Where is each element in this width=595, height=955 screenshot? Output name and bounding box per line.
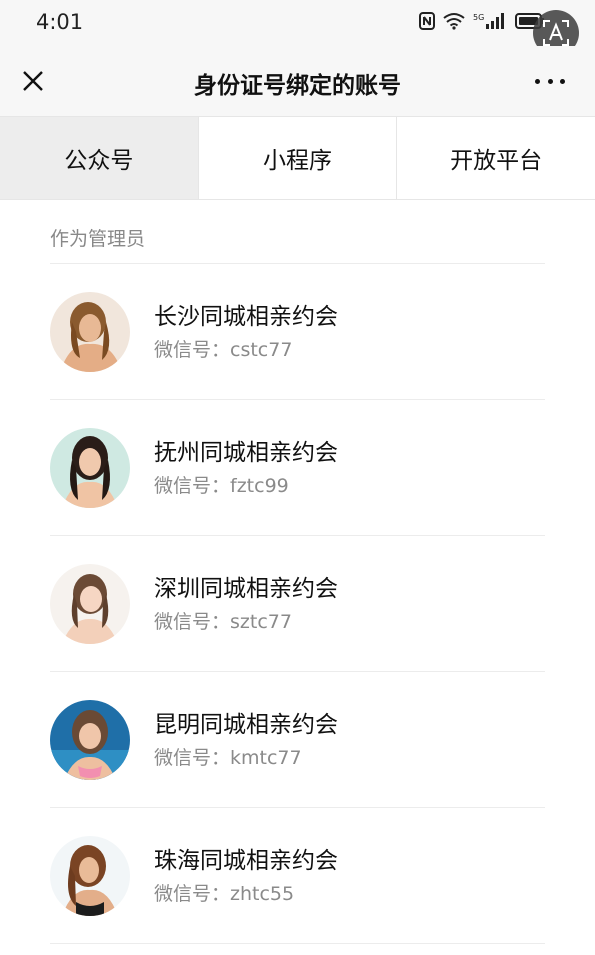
list-item[interactable]: 昆明同城相亲约会 微信号：kmtc77 <box>50 672 545 808</box>
avatar <box>50 291 130 372</box>
more-dot-icon <box>560 78 565 84</box>
nav-bar: 身份证号绑定的账号 <box>0 46 595 116</box>
text-recognition-icon <box>543 20 569 46</box>
account-id: 微信号：cstc77 <box>154 338 338 362</box>
signal-icon: 5G <box>473 12 507 34</box>
item-text: 昆明同城相亲约会 微信号：kmtc77 <box>154 710 338 770</box>
account-id-value: fztc99 <box>230 474 289 497</box>
status-time: 4:01 <box>36 10 84 34</box>
list-item[interactable]: 长沙同城相亲约会 微信号：cstc77 <box>50 264 545 400</box>
account-name: 深圳同城相亲约会 <box>154 575 338 602</box>
list-item[interactable]: 深圳同城相亲约会 微信号：sztc77 <box>50 536 545 672</box>
page-title: 身份证号绑定的账号 <box>194 73 401 99</box>
account-id: 微信号：fztc99 <box>154 474 338 498</box>
wifi-icon <box>443 12 465 34</box>
account-id-value: sztc77 <box>230 610 292 633</box>
account-name: 昆明同城相亲约会 <box>154 711 338 738</box>
network-label: 5G <box>473 13 484 22</box>
more-dot-icon <box>547 78 553 84</box>
account-id-value: cstc77 <box>230 338 293 361</box>
account-id-prefix: 微信号： <box>154 610 231 633</box>
item-text: 长沙同城相亲约会 微信号：cstc77 <box>154 302 338 362</box>
list-item[interactable]: 抚州同城相亲约会 微信号：fztc99 <box>50 400 545 536</box>
list-item[interactable]: 珠海同城相亲约会 微信号：zhtc55 <box>50 808 545 944</box>
avatar <box>50 563 130 644</box>
avatar <box>50 835 130 916</box>
account-name: 长沙同城相亲约会 <box>154 303 338 330</box>
account-list: 长沙同城相亲约会 微信号：cstc77 抚州同城相亲约会 微信号：fztc99 <box>50 263 545 944</box>
account-id-prefix: 微信号： <box>154 338 231 361</box>
account-id-value: zhtc55 <box>230 882 295 905</box>
tab-open-platform[interactable]: 开放平台 <box>397 117 595 199</box>
item-text: 珠海同城相亲约会 微信号：zhtc55 <box>154 846 338 906</box>
account-id-prefix: 微信号： <box>154 474 231 497</box>
tab-mini-programs[interactable]: 小程序 <box>199 117 398 199</box>
account-id-prefix: 微信号： <box>154 882 231 905</box>
more-dot-icon <box>535 78 540 84</box>
status-icons: 5G <box>419 12 545 34</box>
tab-official-accounts[interactable]: 公众号 <box>0 117 199 199</box>
account-id-value: kmtc77 <box>230 746 302 769</box>
more-options-button[interactable] <box>535 66 565 96</box>
account-id: 微信号：zhtc55 <box>154 882 338 906</box>
section-label: 作为管理员 <box>50 228 146 250</box>
account-name: 珠海同城相亲约会 <box>154 847 338 874</box>
account-id-prefix: 微信号： <box>154 746 231 769</box>
status-bar: 4:01 5G <box>0 0 595 46</box>
account-id: 微信号：sztc77 <box>154 610 338 634</box>
avatar <box>50 699 130 780</box>
account-name: 抚州同城相亲约会 <box>154 439 338 466</box>
account-id: 微信号：kmtc77 <box>154 746 338 770</box>
account-type-tabs: 公众号 小程序 开放平台 <box>0 116 595 200</box>
avatar <box>50 427 130 508</box>
nfc-icon <box>419 12 435 34</box>
item-text: 深圳同城相亲约会 微信号：sztc77 <box>154 574 338 634</box>
item-text: 抚州同城相亲约会 微信号：fztc99 <box>154 438 338 498</box>
